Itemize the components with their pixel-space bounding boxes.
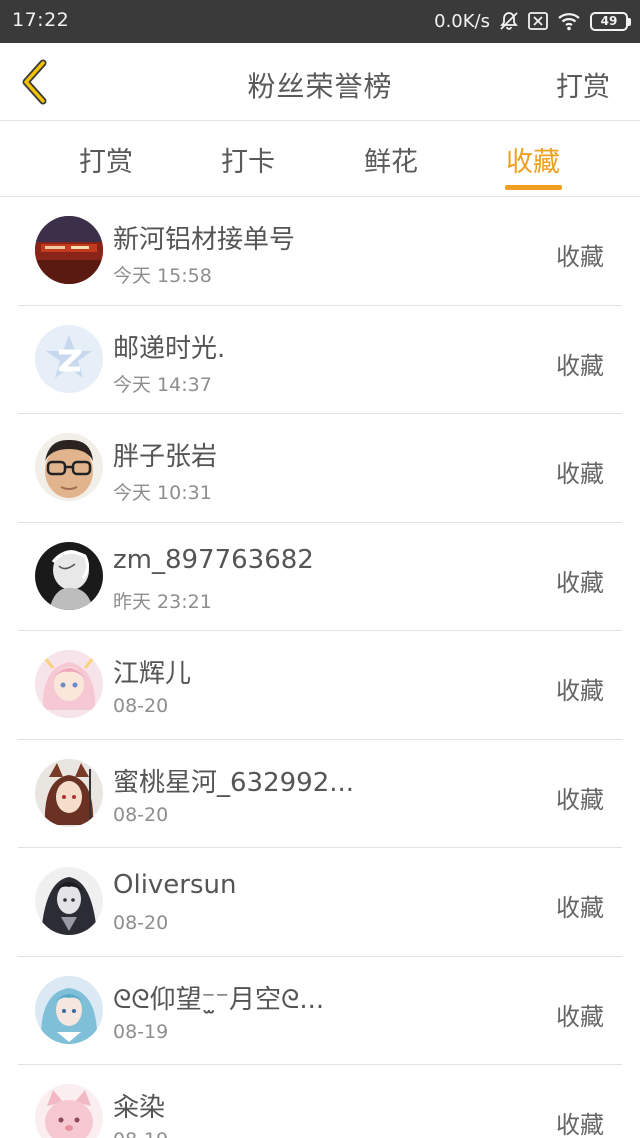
man-with-glasses-avatar <box>35 433 103 501</box>
user-name: 籴染 <box>113 1093 166 1123</box>
sketch-figure-avatar <box>35 541 103 610</box>
timestamp: 08-19 <box>113 1129 168 1138</box>
list-item[interactable]: 籴染 08-19 收藏 <box>0 1065 640 1138</box>
user-name: 邮递时光. <box>113 333 226 364</box>
action-label: 收藏 <box>556 785 604 814</box>
list-item[interactable]: 胖子张岩 今天 10:31 收藏 <box>0 414 640 523</box>
user-name: 蜜桃星河_632992... <box>113 767 355 798</box>
default-z-logo-avatar <box>35 324 103 393</box>
blue-hair-anime-avatar <box>35 975 103 1044</box>
status-bar: 17:22 0.0K/s 49 <box>0 0 640 43</box>
timestamp: 08-20 <box>113 803 169 826</box>
timestamp: 今天 15:58 <box>113 265 212 287</box>
pink-animal-avatar <box>35 1084 103 1138</box>
tab-tip[interactable]: 打赏 <box>66 140 146 179</box>
user-name: ᘓᘓ仰望⁻̫̫⁻月空ᘓ... <box>113 984 325 1015</box>
list-item[interactable]: zm_897763682 昨天 23:21 收藏 <box>0 523 640 632</box>
fan-list: 新河铝材接单号 今天 15:58 收藏 邮递时光. 今天 14:37 收藏 胖子… <box>0 197 640 1138</box>
action-label: 收藏 <box>556 894 604 922</box>
list-item[interactable]: 邮递时光. 今天 14:37 收藏 <box>0 306 640 415</box>
user-name: Oliversun <box>113 870 237 900</box>
action-label: 收藏 <box>556 1002 604 1031</box>
tab-favorites[interactable]: 收藏 <box>493 140 573 179</box>
tab-bar: 打赏 打卡 鲜花 收藏 <box>0 121 640 197</box>
timestamp: 08-19 <box>113 1020 169 1043</box>
user-name: zm_897763682 <box>113 544 314 575</box>
battery-icon: 49 <box>590 11 631 31</box>
user-name: 江辉儿 <box>113 659 192 689</box>
list-item[interactable]: 蜜桃星河_632992... 08-20 收藏 <box>0 740 640 849</box>
tip-button[interactable]: 打赏 <box>556 65 610 104</box>
battery-level: 49 <box>600 14 618 28</box>
user-name: 新河铝材接单号 <box>113 225 296 255</box>
action-label: 收藏 <box>556 677 604 705</box>
sim-off-icon <box>528 12 548 30</box>
action-label: 收藏 <box>556 460 604 488</box>
active-tab-indicator <box>505 185 562 190</box>
wifi-icon <box>557 11 581 31</box>
night-street-photo-avatar <box>35 216 103 284</box>
dark-anime-avatar <box>35 867 103 935</box>
action-label: 收藏 <box>556 351 604 380</box>
tab-checkin[interactable]: 打卡 <box>208 140 288 179</box>
action-label: 收藏 <box>556 568 604 597</box>
network-speed: 0.0K/s <box>434 10 490 32</box>
list-item[interactable]: 新河铝材接单号 今天 15:58 收藏 <box>0 197 640 306</box>
page-title: 粉丝荣誉榜 <box>247 70 393 103</box>
header: 粉丝荣誉榜 打赏 <box>0 43 640 121</box>
list-item[interactable]: Oliversun 08-20 收藏 <box>0 848 640 957</box>
anime-girl-pink-avatar <box>35 650 103 718</box>
tab-flowers[interactable]: 鲜花 <box>351 140 431 179</box>
user-name: 胖子张岩 <box>113 442 218 472</box>
list-item[interactable]: ᘓᘓ仰望⁻̫̫⁻月空ᘓ... 08-19 收藏 <box>0 957 640 1066</box>
bell-muted-icon <box>499 11 519 31</box>
timestamp: 08-20 <box>113 912 169 934</box>
status-time: 17:22 <box>12 9 70 31</box>
action-label: 收藏 <box>556 243 604 271</box>
timestamp: 今天 10:31 <box>113 482 212 504</box>
status-indicators: 0.0K/s 49 <box>434 8 631 34</box>
anime-girl-ears-avatar <box>35 758 103 827</box>
timestamp: 昨天 23:21 <box>113 590 212 613</box>
timestamp: 08-20 <box>113 695 169 717</box>
list-item[interactable]: 江辉儿 08-20 收藏 <box>0 631 640 740</box>
action-label: 收藏 <box>556 1111 604 1138</box>
timestamp: 今天 14:37 <box>113 373 212 396</box>
